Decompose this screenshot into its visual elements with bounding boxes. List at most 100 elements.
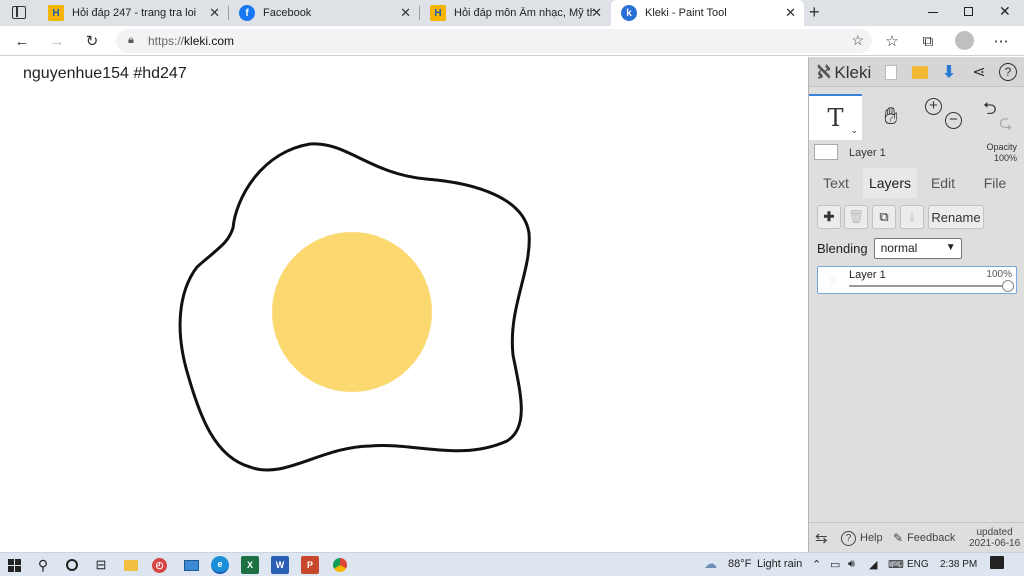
weather-temperature[interactable]: 88°F — [728, 558, 751, 570]
url-prefix: https:// — [148, 34, 185, 48]
close-tab-icon[interactable]: ✕ — [209, 6, 220, 20]
refresh-icon[interactable]: ↻ — [81, 31, 103, 51]
feedback-link[interactable]: ✎ Feedback — [893, 523, 955, 553]
kleki-logo-text: Kleki — [834, 62, 872, 82]
minimize-icon[interactable] — [928, 12, 938, 13]
notifications-icon[interactable] — [990, 556, 1004, 569]
clock[interactable]: 2:38 PM — [940, 559, 977, 570]
task-view-icon[interactable]: ⊟ — [92, 556, 110, 574]
slider-handle[interactable] — [1002, 280, 1014, 292]
undo-redo-buttons[interactable]: ⮌ ⮎ — [971, 94, 1023, 140]
tab-file[interactable]: File — [973, 168, 1017, 198]
feedback-icon: ✎ — [893, 531, 904, 545]
lock-icon: 🔒︎ — [128, 34, 134, 46]
collections-icon[interactable]: ⧉ — [917, 31, 939, 51]
new-image-icon[interactable] — [881, 62, 901, 82]
tab-text[interactable]: Text — [813, 168, 859, 198]
weather-icon: ☁ — [704, 556, 717, 571]
excel-icon[interactable]: X — [241, 556, 259, 574]
search-icon[interactable]: ⚲ — [34, 556, 52, 574]
tab-hd247[interactable]: H Hỏi đáp 247 - trang tra loi ✕ — [38, 0, 228, 26]
tab-facebook[interactable]: f Facebook ✕ — [229, 0, 419, 26]
close-tab-icon[interactable]: ✕ — [591, 6, 602, 20]
forward-icon[interactable]: → — [46, 31, 68, 51]
close-tab-icon[interactable]: ✕ — [400, 6, 411, 20]
text-tool-button[interactable]: T ⌄ — [809, 94, 862, 140]
powerpoint-icon[interactable]: P — [301, 556, 319, 574]
hd247-icon: H — [430, 5, 446, 21]
battery-icon[interactable]: ▭ — [830, 558, 840, 571]
file-explorer-icon[interactable] — [122, 556, 140, 574]
language-indicator[interactable]: ENG — [907, 559, 929, 570]
layer-operations: ✚ 🗑︎ ⧉ ⤓ Rename — [809, 205, 1024, 235]
delete-layer-button[interactable]: 🗑︎ — [844, 205, 868, 229]
weather-condition[interactable]: Light rain — [757, 558, 802, 570]
url-bar[interactable]: 🔒︎ https://kleki.com ☆ — [116, 29, 872, 53]
chrome-icon[interactable] — [331, 556, 349, 574]
app-icon[interactable]: ◴ — [152, 558, 167, 573]
cortana-icon[interactable] — [63, 556, 81, 574]
blending-value: normal — [880, 241, 918, 255]
blending-select[interactable]: normal ▼ — [873, 237, 962, 259]
tool-row: T ⌄ ✋︎ + − ⮌ ⮎ — [809, 94, 1024, 140]
zoom-buttons[interactable]: + − — [919, 94, 971, 140]
url-host: kleki.com — [184, 34, 235, 48]
profile-avatar[interactable] — [955, 31, 974, 50]
word-icon[interactable]: W — [271, 556, 289, 574]
undo-icon[interactable]: ⮌ — [983, 96, 997, 125]
zoom-in-icon[interactable]: + — [925, 98, 942, 115]
help-link[interactable]: ? Help — [841, 523, 883, 553]
chevron-down-icon[interactable]: ⌄ — [850, 125, 858, 136]
more-icon[interactable]: ⋯ — [990, 31, 1012, 51]
current-layer-bar[interactable]: Layer 1 Opacity 100% — [809, 142, 1024, 164]
help-icon[interactable]: ? — [999, 63, 1017, 81]
zoom-out-icon[interactable]: − — [945, 112, 962, 129]
address-bar-row: ← → ↻ 🔒︎ https://kleki.com ☆ ☆ ⧉ ⋯ — [0, 26, 1024, 56]
favorites-icon[interactable]: ☆ — [881, 31, 903, 51]
close-tab-icon[interactable]: ✕ — [785, 6, 796, 20]
edge-icon[interactable]: e — [211, 556, 229, 574]
add-layer-button[interactable]: ✚ — [817, 205, 841, 229]
help-icon: ? — [841, 530, 856, 546]
plus-icon[interactable]: + — [809, 2, 820, 23]
duplicate-layer-button[interactable]: ⧉ — [872, 205, 896, 229]
share-icon[interactable]: ⋖ — [969, 62, 989, 82]
volume-icon[interactable]: 🔊︎ — [848, 558, 855, 571]
kleki-icon: k — [621, 5, 637, 21]
drawing-canvas[interactable]: nguyenhue154 #hd247 — [0, 57, 808, 552]
tab-kleki[interactable]: k Kleki - Paint Tool ✕ — [611, 0, 804, 26]
favorite-star-icon[interactable]: ☆ — [851, 32, 864, 49]
windows-start-icon[interactable] — [5, 556, 23, 574]
open-folder-icon[interactable] — [910, 62, 930, 82]
windows-taskbar: ⚲ ⊟ ◴ e X W P ☁ 88°F Light rain ⌃ ▭ 🔊︎ ◢… — [0, 552, 1024, 576]
tab-hd247-music[interactable]: H Hỏi đáp môn Âm nhạc, Mỹ thuật ✕ — [420, 0, 610, 26]
merge-layer-button[interactable]: ⤓ — [900, 205, 924, 229]
back-icon[interactable]: ← — [11, 31, 33, 51]
hd247-icon: H — [48, 5, 64, 21]
tab-edit[interactable]: Edit — [921, 168, 965, 198]
hand-tool-button[interactable]: ✋︎ — [865, 94, 917, 140]
opacity-label: Opacity — [986, 142, 1017, 152]
download-icon[interactable]: ⬇ — [939, 62, 959, 82]
egg-drawing — [178, 142, 531, 472]
kleki-logo[interactable]: ℵ Kleki — [817, 62, 871, 83]
chevron-down-icon: ▼ — [945, 241, 956, 253]
layer-thumbnail: ░ — [830, 275, 836, 285]
tab-actions-icon[interactable] — [12, 6, 26, 19]
tab-title: Hỏi đáp 247 - trang tra loi — [72, 7, 197, 19]
keyboard-icon[interactable]: ⌨ — [888, 558, 904, 571]
layer-list-item[interactable]: ░ Layer 1 100% — [817, 266, 1017, 294]
close-window-icon[interactable]: ✕ — [999, 3, 1011, 20]
show-hidden-icons-icon[interactable]: ⌃ — [812, 558, 821, 571]
monitor-icon[interactable] — [182, 556, 200, 574]
kleki-logo-icon: ℵ — [817, 62, 831, 82]
rename-button[interactable]: Rename — [928, 205, 984, 229]
redo-icon[interactable]: ⮎ — [999, 110, 1013, 139]
egg-yolk — [272, 232, 432, 392]
restore-icon[interactable] — [964, 7, 973, 16]
swap-side-icon[interactable]: ⇆ — [815, 523, 828, 553]
tab-layers[interactable]: Layers — [863, 168, 917, 198]
network-icon[interactable]: ◢ — [869, 558, 877, 571]
panel-footer: ⇆ ? Help ✎ Feedback updated 2021-06-16 — [809, 522, 1024, 552]
layer-opacity-slider[interactable] — [849, 285, 1009, 287]
